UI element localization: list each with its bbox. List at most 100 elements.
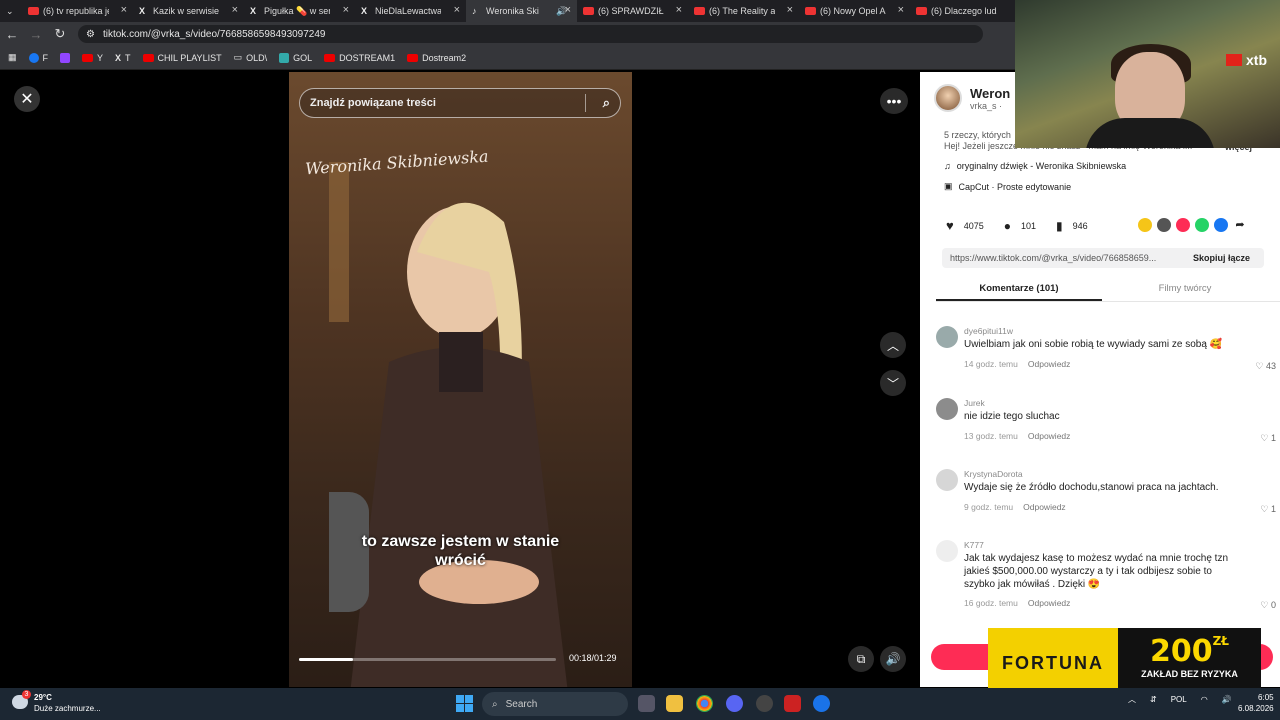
avatar[interactable] <box>936 540 958 562</box>
share-arrow-icon[interactable]: ➦ <box>1233 218 1247 232</box>
tab-0[interactable]: (6) tv republika je × <box>22 0 133 22</box>
task-view-icon[interactable] <box>638 695 655 712</box>
close-icon[interactable]: × <box>898 4 904 16</box>
volume-button[interactable]: 🔊 <box>880 646 906 672</box>
video-link-field[interactable]: https://www.tiktok.com/@vrka_s/video/766… <box>942 248 1264 268</box>
comment-likes[interactable]: ♡ 1 <box>1260 433 1276 444</box>
video-player[interactable]: Znajdź powiązane treści ⌕ Weronika Skibn… <box>289 72 632 687</box>
comment-meta: 9 godz. temu Odpowiedz <box>964 502 1066 512</box>
chrome-icon[interactable] <box>696 695 713 712</box>
forward-icon[interactable]: → <box>24 27 48 42</box>
send-icon[interactable] <box>1176 218 1190 232</box>
avatar[interactable] <box>936 469 958 491</box>
repost-icon[interactable] <box>1138 218 1152 232</box>
close-icon[interactable]: × <box>232 4 238 16</box>
chevron-down-icon: ﹀ <box>886 376 899 391</box>
url-field[interactable]: ⚙ tiktok.com/@vrka_s/video/7668586598493… <box>78 25 983 43</box>
app-icon[interactable] <box>784 695 801 712</box>
bookmark-folder-old[interactable]: ▭ OLD\ <box>234 52 268 63</box>
chevron-up-icon[interactable]: ︿ <box>1128 694 1136 705</box>
bookmark-dostream1[interactable]: DOSTREAM1 <box>324 53 395 63</box>
weather-widget[interactable]: 3 29°C Duże zachmurze... <box>12 690 101 714</box>
sound-link[interactable]: ♫ oryginalny dźwięk - Weronika Skibniewsk… <box>944 161 1126 171</box>
tab-8[interactable]: (6) Dlaczego ludz <box>910 0 1021 22</box>
tab-3[interactable]: X NieDlaLewactwa × <box>355 0 466 22</box>
video-progress-bar[interactable] <box>299 658 556 661</box>
comment-likes[interactable]: ♡ 43 <box>1255 361 1276 372</box>
close-icon[interactable]: × <box>121 4 127 16</box>
wifi-icon[interactable]: ◠ <box>1201 695 1208 704</box>
comment-user[interactable]: K777 <box>964 540 984 550</box>
comment-user[interactable]: Jurek <box>964 398 985 408</box>
tab-6[interactable]: (6) The Reality at × <box>688 0 799 22</box>
reply-link[interactable]: Odpowiedz <box>1028 431 1071 441</box>
language-indicator[interactable]: POL <box>1171 695 1187 704</box>
tab-2[interactable]: X Pigułka 💊 w ser × <box>244 0 355 22</box>
bookmark-chil-playlist[interactable]: CHIL PLAYLIST <box>142 53 222 63</box>
start-button[interactable] <box>456 695 473 712</box>
bookmark-twitch[interactable] <box>60 52 71 63</box>
avatar[interactable] <box>936 326 958 348</box>
capcut-link[interactable]: ▣ CapCut · Proste edytowanie <box>944 181 1071 192</box>
back-icon[interactable]: ← <box>0 27 24 42</box>
author-info[interactable]: Weron vrka_s · <box>934 84 1010 112</box>
close-icon[interactable]: × <box>565 4 571 16</box>
tab-creator-videos[interactable]: Filmy twórcy <box>1102 278 1268 301</box>
reply-link[interactable]: Odpowiedz <box>1028 598 1071 608</box>
avatar[interactable] <box>934 84 962 112</box>
bookmark-y[interactable]: Y <box>82 53 103 63</box>
comment-user[interactable]: KrystynaDorota <box>964 469 1023 479</box>
taskbar-search[interactable]: ⌕ Search <box>482 692 628 716</box>
bookmark-t[interactable]: XT <box>115 53 131 63</box>
steam-icon[interactable] <box>756 695 773 712</box>
gol-icon <box>279 52 290 63</box>
volume-icon[interactable]: 🔊 <box>1222 695 1232 704</box>
site-info-icon[interactable]: ⚙ <box>86 29 95 40</box>
avatar[interactable] <box>936 398 958 420</box>
facebook-icon[interactable] <box>1214 218 1228 232</box>
search-divider <box>585 94 586 112</box>
comment-likes[interactable]: ♡ 0 <box>1260 600 1276 611</box>
pip-button[interactable]: ⧉ <box>848 646 874 672</box>
close-icon[interactable]: × <box>676 4 682 16</box>
close-icon[interactable]: × <box>454 4 460 16</box>
author-name[interactable]: Weron <box>970 86 1010 101</box>
tab-5[interactable]: (6) SPRAWDZIŁEM× <box>577 0 688 22</box>
tab-4[interactable]: ♪ Weronika Ski 🔊 × <box>466 0 577 22</box>
bookmark-dostream2[interactable]: Dostream2 <box>407 53 466 63</box>
network-icon[interactable]: ⇵ <box>1150 695 1157 704</box>
apps-icon[interactable]: ▦ <box>8 52 17 63</box>
tab-7[interactable]: (6) Nowy Opel As × <box>799 0 910 22</box>
next-video-button[interactable]: ﹀ <box>880 370 906 396</box>
video-time: 00:18/01:29 <box>569 653 617 663</box>
clock[interactable]: 6:05 6.08.2026 <box>1238 692 1274 714</box>
save-button[interactable]: ▮ 946 <box>1056 219 1088 233</box>
comment-likes[interactable]: ♡ 1 <box>1260 504 1276 515</box>
bookmark-gol[interactable]: GOL <box>279 52 312 63</box>
whatsapp-icon[interactable] <box>1195 218 1209 232</box>
file-explorer-icon[interactable] <box>666 695 683 712</box>
search-icon[interactable]: ⌕ <box>603 95 610 111</box>
url-text: tiktok.com/@vrka_s/video/766858659849309… <box>102 28 326 40</box>
embed-icon[interactable] <box>1157 218 1171 232</box>
related-search-input[interactable]: Znajdź powiązane treści ⌕ <box>299 88 621 118</box>
tab-list-dropdown[interactable]: ⌄ <box>0 0 22 22</box>
app-icon[interactable] <box>813 695 830 712</box>
tab-1[interactable]: XKazik w serwisie X× <box>133 0 244 22</box>
previous-video-button[interactable]: ︿ <box>880 332 906 358</box>
reply-link[interactable]: Odpowiedz <box>1028 359 1071 369</box>
bookmark-f[interactable]: F <box>28 52 48 63</box>
more-options-button[interactable]: ••• <box>880 88 908 114</box>
close-icon[interactable]: × <box>787 4 793 16</box>
close-icon[interactable]: × <box>343 4 349 16</box>
copy-link-button[interactable]: Skopiuj łącze <box>1193 253 1250 263</box>
reply-link[interactable]: Odpowiedz <box>1023 502 1066 512</box>
webcam-overlay <box>1015 0 1280 148</box>
comment-user[interactable]: dye6pitui11w <box>964 326 1013 336</box>
reload-icon[interactable]: ↻ <box>48 26 72 42</box>
discord-icon[interactable] <box>726 695 743 712</box>
tab-comments[interactable]: Komentarze (101) <box>936 278 1102 301</box>
close-video-button[interactable]: ✕ <box>14 86 40 112</box>
comment-button[interactable]: ● 101 <box>1004 219 1036 233</box>
like-button[interactable]: ♥ 4075 <box>946 218 984 233</box>
